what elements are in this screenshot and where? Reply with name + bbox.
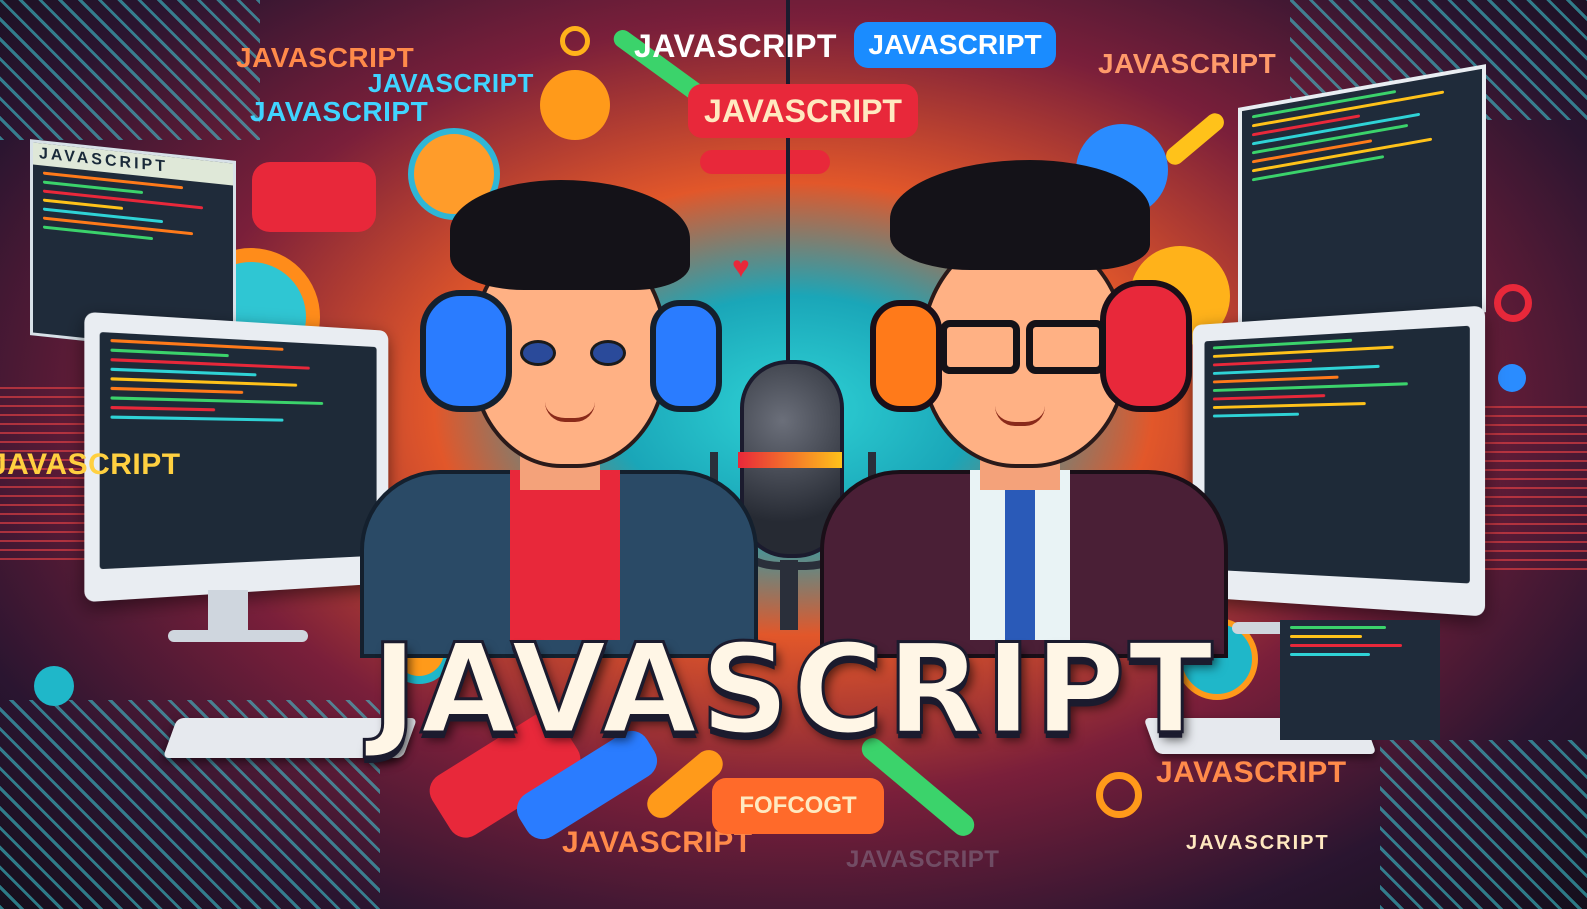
host-left-shirt	[510, 470, 620, 640]
red-lines-right	[1480, 400, 1587, 570]
host-right-hair	[890, 160, 1150, 270]
host-right-headphone-left	[870, 300, 942, 412]
orange-circle-decoration	[540, 70, 610, 140]
blue-dot-decoration	[1498, 364, 1526, 392]
pill-red: JAVASCRIPT	[688, 84, 918, 138]
glasses-lens-right	[1026, 320, 1106, 374]
word-bottom-right-small: JAVASCRIPT	[1186, 832, 1330, 854]
word-top-left-2: JAVASCRIPT	[368, 68, 534, 98]
stripes-bottom-right	[1380, 740, 1587, 909]
pill-orange: FOFCOGT	[712, 778, 884, 834]
word-bottom-faint: JAVASCRIPT	[846, 846, 1000, 873]
yellow-ring-decoration	[560, 26, 590, 56]
host-right	[820, 150, 1228, 658]
glasses-lens-left	[940, 320, 1020, 374]
main-title: JAVASCRIPT	[370, 617, 1216, 764]
pill-blue: JAVASCRIPT	[854, 22, 1056, 68]
right-monitor-screen	[1204, 325, 1470, 584]
word-left-edge: JAVASCRIPT	[0, 448, 181, 481]
word-top-left-3: JAVASCRIPT	[250, 96, 429, 127]
orange-ring-decoration	[1096, 772, 1142, 818]
word-top-center: JAVASCRIPT	[634, 28, 837, 64]
chat-bubble-icon	[252, 162, 376, 232]
host-left-eye-left	[520, 340, 556, 366]
host-left	[360, 140, 758, 658]
host-left-hair	[450, 180, 690, 290]
stripes-top-left	[0, 0, 260, 140]
right-monitor	[1192, 305, 1486, 617]
host-right-glasses	[940, 320, 1106, 374]
code-panel-header: JAVASCRIPT	[33, 142, 233, 186]
host-left-headphone-right	[650, 300, 722, 412]
host-right-headphone-right	[1100, 280, 1192, 412]
host-left-eye-right	[590, 340, 626, 366]
podcast-artwork: ♥ JAVASCRIPT JAVASCRIPT JAVASCRIPT JAVAS…	[0, 0, 1587, 909]
red-ring-decoration	[1494, 284, 1532, 322]
word-top-right: JAVASCRIPT	[1098, 48, 1277, 79]
host-left-headphone-left	[420, 290, 512, 412]
